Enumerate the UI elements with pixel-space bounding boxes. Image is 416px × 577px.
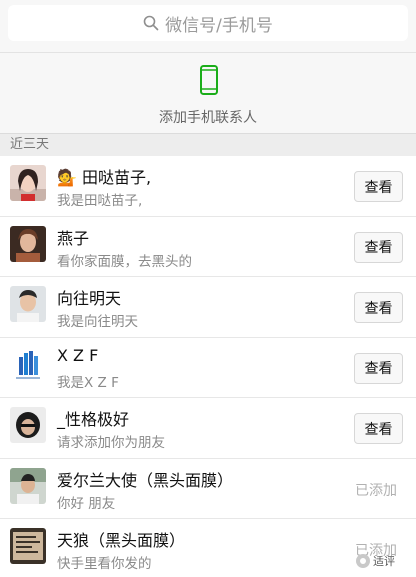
watermark: 适评 [356, 553, 395, 569]
added-status: 已添加 [355, 482, 397, 499]
request-message: 看你家面膜，去黑头的 [57, 253, 192, 270]
watermark-icon [356, 554, 370, 568]
friend-request-list: 💁 田哒苗子, 我是田哒苗子, 查看 燕子 看你家面膜，去黑头的 查看 向往明天 [0, 156, 416, 577]
search-bar: 微信号/手机号 [0, 0, 416, 52]
request-name: _性格极好 [57, 410, 130, 429]
request-name: 天狼（黑头面膜） [57, 531, 186, 550]
request-name: 💁 田哒苗子, [57, 168, 152, 187]
request-message: 我是X Z F [57, 374, 119, 391]
view-button[interactable]: 查看 [354, 171, 403, 202]
view-button[interactable]: 查看 [354, 231, 403, 263]
friend-request-row[interactable]: _性格极好 请求添加你为朋友 查看 [0, 398, 416, 459]
watermark-text: 适评 [373, 555, 395, 568]
request-name: 爱尔兰大使（黑头面膜） [57, 470, 234, 490]
view-button[interactable]: 查看 [354, 352, 403, 384]
avatar [10, 528, 46, 564]
avatar [10, 407, 46, 443]
request-message: 我是向往明天 [57, 314, 138, 330]
request-name: 向往明天 [57, 289, 122, 308]
friend-request-row[interactable]: 向往明天 我是向往明天 查看 [0, 277, 416, 338]
request-message: 你好 朋友 [57, 495, 116, 512]
avatar [10, 165, 46, 201]
add-phone-contacts-button[interactable]: 添加手机联系人 [0, 52, 416, 134]
request-name: X Z F [57, 345, 99, 365]
section-header-recent: 近三天 [0, 134, 416, 156]
friend-request-row[interactable]: 爱尔兰大使（黑头面膜） 你好 朋友 已添加 [0, 458, 416, 519]
phone-icon [200, 65, 218, 95]
friend-request-row[interactable]: 💁 田哒苗子, 我是田哒苗子, 查看 [0, 156, 416, 217]
request-name: 燕子 [57, 228, 90, 248]
friend-request-row[interactable]: 燕子 看你家面膜，去黑头的 查看 [0, 216, 416, 277]
friend-request-row[interactable]: X Z F 我是X Z F 查看 [0, 337, 416, 398]
avatar [10, 286, 46, 322]
search-placeholder: 微信号/手机号 [165, 15, 273, 36]
person-emoji-icon: 💁 [57, 168, 77, 187]
avatar [10, 346, 46, 383]
avatar [10, 225, 46, 262]
friend-request-row[interactable]: 天狼（黑头面膜） 快手里看你发的 已添加 [0, 519, 416, 577]
request-message: 我是田哒苗子, [57, 193, 143, 209]
add-phone-contacts-label: 添加手机联系人 [159, 110, 257, 126]
view-button[interactable]: 查看 [354, 413, 403, 444]
search-icon [143, 15, 159, 31]
avatar [10, 467, 46, 504]
search-input[interactable]: 微信号/手机号 [8, 5, 408, 41]
request-message: 快手里看你发的 [57, 556, 152, 572]
view-button[interactable]: 查看 [354, 292, 403, 323]
request-message: 请求添加你为朋友 [57, 435, 165, 451]
